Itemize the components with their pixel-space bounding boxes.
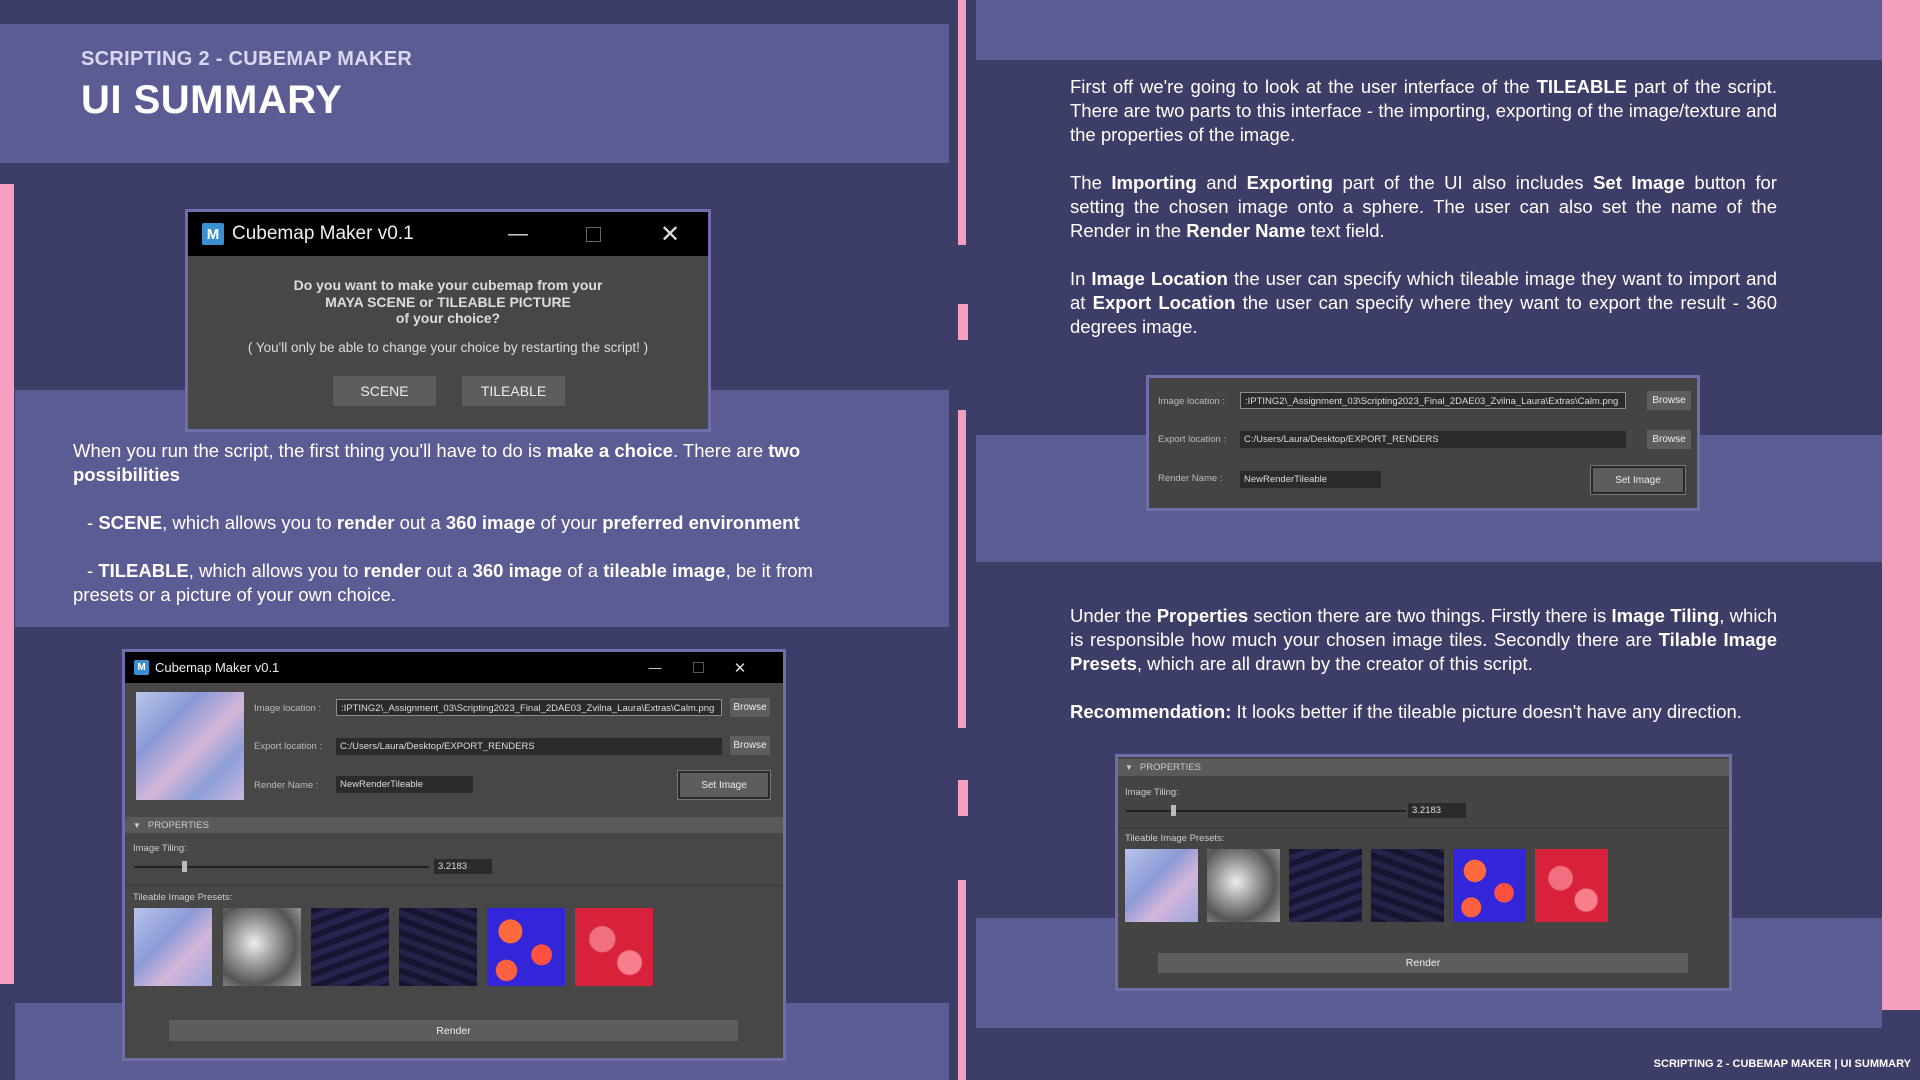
image-browse-button[interactable]: Browse — [1647, 391, 1691, 410]
maya-icon: M — [134, 660, 149, 675]
export-location-field[interactable]: C:/Users/Laura/Desktop/EXPORT_RENDERS — [336, 738, 722, 755]
preset-dark-waves-1[interactable] — [1289, 849, 1362, 922]
slide-subtitle: SCRIPTING 2 - CUBEMAP MAKER — [81, 48, 413, 70]
image-browse-button[interactable]: Browse — [730, 698, 770, 717]
preset-cloudy[interactable] — [1207, 849, 1280, 922]
image-tiling-field[interactable]: 3.2183 — [434, 859, 492, 874]
render-button[interactable]: Render — [169, 1020, 738, 1041]
divider — [1118, 827, 1729, 828]
choice-note: ( You'll only be able to change your cho… — [247, 340, 649, 355]
maximize-icon[interactable] — [683, 652, 713, 683]
image-tiling-slider-handle[interactable] — [1171, 805, 1176, 816]
right-paragraph-2: The Importing and Exporting part of the … — [1070, 172, 1777, 241]
properties-panel: ▼ PROPERTIES Image Tiling: 3.2183 Tileab… — [1115, 754, 1732, 991]
cubemap-main-window: M Cubemap Maker v0.1 — ✕ Image location … — [122, 649, 786, 1061]
left-paragraph-3: - TILEABLE, which allows you to render o… — [73, 560, 813, 605]
maya-icon: M — [202, 223, 224, 245]
export-browse-button[interactable]: Browse — [1647, 430, 1691, 449]
right-pink-bar — [1882, 0, 1920, 1010]
image-tiling-field[interactable]: 3.2183 — [1408, 803, 1466, 818]
center-pink-bar-4 — [958, 780, 968, 816]
image-location-label: Image location : — [254, 703, 322, 714]
image-tiling-slider[interactable] — [134, 866, 429, 868]
import-export-panel: Image location : :IPTING2\_Assignment_03… — [1146, 375, 1700, 511]
center-pink-bar-5 — [958, 880, 966, 1080]
preset-calm[interactable] — [1125, 849, 1198, 922]
export-location-label: Export location : — [1158, 434, 1227, 445]
choice-window-title: Cubemap Maker v0.1 — [232, 223, 414, 244]
render-name-label: Render Name : — [1158, 473, 1223, 484]
image-tiling-label: Image Tiling: — [133, 843, 187, 854]
preset-red-clouds[interactable] — [575, 908, 653, 986]
preset-dark-waves-1[interactable] — [311, 908, 389, 986]
close-icon[interactable]: ✕ — [650, 212, 690, 256]
close-icon[interactable]: ✕ — [725, 652, 755, 683]
preset-red-clouds[interactable] — [1535, 849, 1608, 922]
properties-section-header[interactable]: ▼ PROPERTIES — [1118, 759, 1729, 776]
center-pink-bar-2 — [958, 304, 968, 340]
choice-window-titlebar[interactable]: M Cubemap Maker v0.1 — [188, 212, 708, 256]
center-pink-bar-3 — [958, 410, 966, 728]
collapse-arrow-icon: ▼ — [133, 820, 141, 830]
slide-title: UI SUMMARY — [81, 78, 343, 122]
set-image-button[interactable]: Set Image — [1590, 465, 1686, 495]
left-pink-bar — [0, 184, 14, 984]
image-tiling-label: Image Tiling: — [1125, 787, 1179, 798]
collapse-arrow-icon: ▼ — [1125, 763, 1133, 772]
right-paragraph-3: In Image Location the user can specify w… — [1070, 268, 1777, 337]
right-paragraph-4: Under the Properties section there are t… — [1070, 605, 1777, 674]
choice-window: M Cubemap Maker v0.1 — ✕ Do you want to … — [185, 209, 711, 432]
maximize-icon[interactable] — [573, 212, 613, 256]
export-location-label: Export location : — [254, 741, 323, 752]
choice-question: Do you want to make your cubemap from yo… — [293, 277, 603, 326]
tileable-button[interactable]: TILEABLE — [462, 376, 565, 406]
right-top-band — [976, 0, 1882, 60]
image-preview — [136, 692, 244, 800]
render-button[interactable]: Render — [1158, 953, 1688, 973]
divider — [125, 885, 783, 886]
properties-section-header[interactable]: ▼ PROPERTIES — [125, 817, 783, 833]
presets-label: Tileable Image Presets: — [1125, 833, 1225, 844]
preset-sunset-clouds[interactable] — [487, 908, 565, 986]
image-location-field[interactable]: :IPTING2\_Assignment_03\Scripting2023_Fi… — [1240, 392, 1626, 409]
preset-calm[interactable] — [134, 908, 212, 986]
left-paragraph-1: When you run the script, the first thing… — [73, 440, 801, 485]
scene-button[interactable]: SCENE — [333, 376, 436, 406]
preset-cloudy[interactable] — [223, 908, 301, 986]
export-location-field[interactable]: C:/Users/Laura/Desktop/EXPORT_RENDERS — [1240, 431, 1626, 448]
export-browse-button[interactable]: Browse — [730, 736, 770, 755]
render-name-field[interactable]: NewRenderTileable — [1240, 471, 1381, 488]
slide-footer: SCRIPTING 2 - CUBEMAP MAKER | UI SUMMARY — [1653, 1058, 1911, 1070]
image-location-field[interactable]: :IPTING2\_Assignment_03\Scripting2023_Fi… — [336, 699, 722, 716]
image-tiling-slider[interactable] — [1126, 810, 1406, 812]
render-name-field[interactable]: NewRenderTileable — [336, 776, 473, 793]
minimize-icon[interactable]: — — [640, 652, 670, 683]
preset-dark-waves-2[interactable] — [399, 908, 477, 986]
center-pink-bar-1 — [958, 0, 966, 245]
right-paragraph-5: Recommendation: It looks better if the t… — [1070, 701, 1742, 722]
image-location-label: Image location : — [1158, 396, 1226, 407]
preset-sunset-clouds[interactable] — [1453, 849, 1526, 922]
right-paragraph-1: First off we're going to look at the use… — [1070, 76, 1777, 145]
render-name-label: Render Name : — [254, 780, 319, 791]
left-paragraph-2: - SCENE, which allows you to render out … — [87, 512, 800, 533]
preset-dark-waves-2[interactable] — [1371, 849, 1444, 922]
image-tiling-slider-handle[interactable] — [182, 861, 187, 872]
main-window-title: Cubemap Maker v0.1 — [155, 660, 280, 675]
presets-label: Tileable Image Presets: — [133, 892, 233, 903]
set-image-button[interactable]: Set Image — [677, 770, 771, 800]
minimize-icon[interactable]: — — [498, 212, 538, 256]
